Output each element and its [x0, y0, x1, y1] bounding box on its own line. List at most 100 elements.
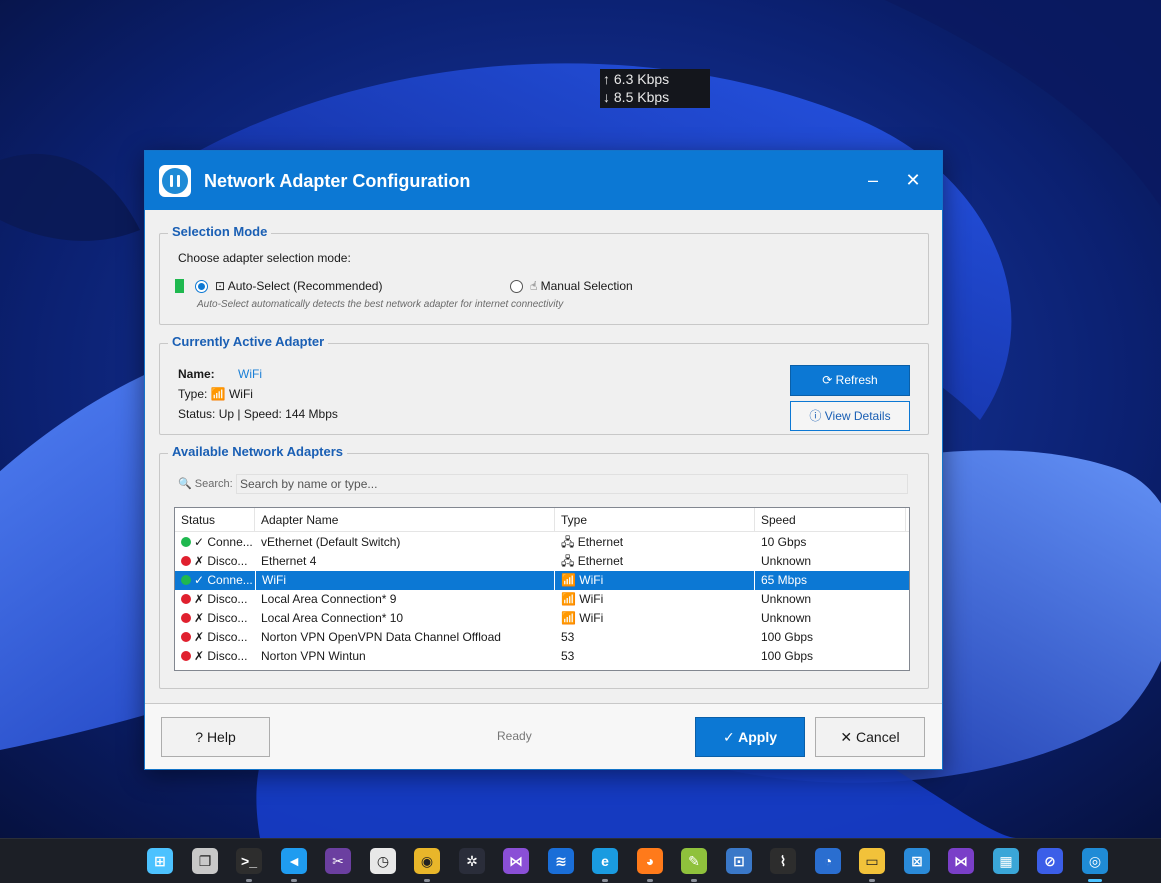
- row-status: ✗ Disco...: [175, 647, 255, 666]
- adapter-status: Status: Up | Speed: 144 Mbps: [178, 407, 338, 421]
- cancel-button[interactable]: ✕ Cancel: [815, 717, 925, 757]
- row-name: Local Area Connection* 10: [261, 611, 404, 625]
- apply-button[interactable]: ✓ Apply: [695, 717, 805, 757]
- adapter-name-label: Name:: [178, 367, 215, 381]
- visual-studio-icon[interactable]: ⋈: [503, 848, 529, 874]
- row-status: ✗ Disco...: [175, 590, 255, 609]
- disconnected-dot-icon: [181, 594, 191, 604]
- table-row[interactable]: ✗ Disco... Local Area Connection* 10 📶 W…: [175, 609, 909, 628]
- start-icon[interactable]: ⊞: [147, 848, 173, 874]
- row-speed: Unknown: [761, 592, 812, 606]
- file-explorer-icon[interactable]: ▭: [859, 848, 885, 874]
- row-status: ✓ Conne...: [175, 533, 255, 552]
- table-header: Status Adapter Name Type Speed: [175, 508, 909, 532]
- row-status: ✓ Conne...: [175, 571, 255, 590]
- minimize-button[interactable]: –: [858, 165, 888, 195]
- speed-test-icon[interactable]: ◔: [815, 848, 841, 874]
- selection-mode-group: Selection Mode Choose adapter selection …: [159, 224, 929, 325]
- control-panel-icon[interactable]: ▦: [993, 848, 1019, 874]
- disconnected-dot-icon: [181, 632, 191, 642]
- connected-dot-icon: [181, 575, 191, 585]
- column-header-type[interactable]: Type: [555, 508, 755, 532]
- running-indicator: [691, 879, 697, 882]
- remote-desktop-icon[interactable]: ⊡: [726, 848, 752, 874]
- column-header-status[interactable]: Status: [175, 508, 255, 532]
- taskbar: ⊞ ❐ >_ ◄ ✂ ◷ ◉ ✲ ⋈ ≋ e ◕ ✎ ⊡ ⌇ ◔ ▭ ⊠ ⋈ ▦ ⊘ ◎: [0, 838, 1161, 883]
- status-text: Ready: [497, 729, 532, 743]
- connected-dot-icon: [181, 537, 191, 547]
- row-name: Norton VPN Wintun: [261, 649, 366, 663]
- selection-mode-prompt: Choose adapter selection mode:: [178, 251, 351, 265]
- visual-studio-preview-icon[interactable]: ⋈: [948, 848, 974, 874]
- edge-icon[interactable]: e: [592, 848, 618, 874]
- running-indicator: [424, 879, 430, 882]
- manual-selection-radio[interactable]: [510, 280, 523, 293]
- app-icon: [159, 165, 191, 197]
- row-name: Local Area Connection* 9: [261, 592, 397, 606]
- help-button[interactable]: ? Help: [161, 717, 270, 757]
- notepad-icon[interactable]: ✎: [681, 848, 707, 874]
- clock-app-icon[interactable]: ◷: [370, 848, 396, 874]
- refresh-button[interactable]: ⟳ Refresh: [790, 365, 910, 396]
- row-name: vEthernet (Default Switch): [261, 535, 401, 549]
- camera-app-icon[interactable]: ✲: [459, 848, 485, 874]
- table-row[interactable]: ✗ Disco... Norton VPN Wintun 53 100 Gbps: [175, 647, 909, 666]
- wifi-app-icon[interactable]: ⌇: [770, 848, 796, 874]
- vscode-icon[interactable]: ◄: [281, 848, 307, 874]
- search-label: 🔍 Search:: [178, 478, 233, 490]
- auto-select-radio[interactable]: [195, 280, 208, 293]
- table-row[interactable]: ✗ Disco... Local Area Connection* 9 📶 Wi…: [175, 590, 909, 609]
- running-indicator: [647, 879, 653, 882]
- row-speed: 100 Gbps: [761, 630, 814, 644]
- row-type: 📶 WiFi: [561, 611, 604, 625]
- terminal-icon[interactable]: >_: [236, 848, 262, 874]
- upload-speed: ↑ 6.3 Kbps: [603, 71, 670, 87]
- search-input[interactable]: [236, 474, 908, 494]
- task-view-icon[interactable]: ❐: [192, 848, 218, 874]
- row-type: 53: [561, 649, 575, 663]
- column-header-adapter-name[interactable]: Adapter Name: [255, 508, 555, 532]
- dialog-footer: ? Help Ready ✓ Apply ✕ Cancel: [145, 704, 942, 769]
- row-status: ✗ Disco...: [175, 609, 255, 628]
- close-button[interactable]: ✕: [898, 165, 928, 195]
- power-automate-icon[interactable]: ≋: [548, 848, 574, 874]
- store-icon[interactable]: ⊠: [904, 848, 930, 874]
- table-row-selected[interactable]: ✓ Conne... WiFi 📶 WiFi 65 Mbps: [175, 571, 909, 590]
- dialog-titlebar[interactable]: Network Adapter Configuration – ✕: [145, 151, 942, 210]
- auto-select-label[interactable]: ⊡ Auto-Select (Recommended): [215, 279, 382, 293]
- row-type: 53: [561, 630, 575, 644]
- table-row[interactable]: ✗ Disco... Norton VPN OpenVPN Data Chann…: [175, 628, 909, 647]
- table-row[interactable]: ✗ Disco... Ethernet 4 🖧 Ethernet Unknown: [175, 552, 909, 571]
- row-type: 🖧 Ethernet: [561, 554, 624, 568]
- auto-select-hint: Auto-Select automatically detects the be…: [197, 299, 564, 310]
- row-name: WiFi: [255, 571, 555, 590]
- disconnected-dot-icon: [181, 651, 191, 661]
- download-speed: ↓ 8.5 Kbps: [603, 89, 670, 105]
- chrome-icon[interactable]: ◉: [414, 848, 440, 874]
- network-adapter-app-icon[interactable]: ◎: [1082, 848, 1108, 874]
- row-name: Ethernet 4: [261, 554, 317, 568]
- row-status: ✗ Disco...: [175, 628, 255, 647]
- row-type: 📶 WiFi: [555, 571, 755, 590]
- row-speed: 65 Mbps: [761, 573, 808, 587]
- auto-select-indicator: [175, 279, 184, 293]
- disconnected-dot-icon: [181, 613, 191, 623]
- disconnected-dot-icon: [181, 556, 191, 566]
- available-adapters-group: Available Network Adapters 🔍 Search: Sta…: [159, 444, 929, 689]
- network-adapter-dialog: Network Adapter Configuration – ✕ Select…: [144, 150, 943, 770]
- table-row[interactable]: ✓ Conne... vEthernet (Default Switch) 🖧 …: [175, 533, 909, 552]
- row-type: 🖧 Ethernet: [561, 535, 624, 549]
- view-details-button[interactable]: ⓘ View Details: [790, 401, 910, 431]
- link-app-icon[interactable]: ⊘: [1037, 848, 1063, 874]
- running-indicator: [869, 879, 875, 882]
- firefox-icon[interactable]: ◕: [637, 848, 663, 874]
- running-indicator: [246, 879, 252, 882]
- adapters-table[interactable]: Status Adapter Name Type Speed ✓ Conne..…: [174, 507, 910, 671]
- row-speed: 10 Gbps: [761, 535, 807, 549]
- manual-selection-label[interactable]: ☝ Manual Selection: [530, 279, 633, 293]
- active-adapter-group: Currently Active Adapter Name: WiFi Type…: [159, 334, 929, 435]
- column-header-speed[interactable]: Speed: [755, 508, 906, 532]
- adapter-type: Type: 📶 WiFi: [178, 387, 253, 401]
- snipping-tool-icon[interactable]: ✂: [325, 848, 351, 874]
- selection-mode-title: Selection Mode: [168, 224, 272, 239]
